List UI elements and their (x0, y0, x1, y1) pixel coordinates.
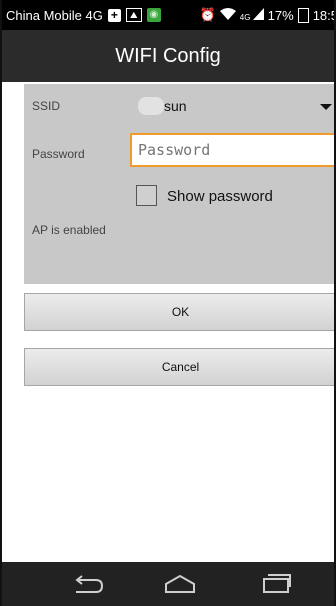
alarm-icon: ⏰ (199, 7, 216, 22)
ok-button[interactable]: OK (24, 293, 336, 331)
carrier-label: China Mobile 4G (6, 7, 103, 23)
left-frame-edge (0, 0, 2, 606)
ok-button-label: OK (171, 305, 190, 319)
signal-icon: 4G (240, 8, 264, 22)
ap-status-text: AP is enabled (32, 223, 106, 237)
ssid-avatar-icon (138, 97, 164, 115)
ssid-spinner[interactable]: sun (134, 92, 334, 122)
show-password-checkbox[interactable] (136, 185, 157, 206)
password-input[interactable] (130, 133, 336, 167)
show-password-label[interactable]: Show password (167, 188, 273, 205)
back-icon[interactable] (68, 570, 108, 598)
image-notification-icon: ⛰ (125, 8, 142, 22)
cancel-button-label: Cancel (161, 360, 200, 374)
home-icon[interactable] (160, 570, 200, 598)
app-notification-icon: ◉ (146, 8, 161, 22)
config-panel: SSID sun Password Show password AP is en… (24, 84, 336, 284)
status-indicators: ⏰ 4G 17% 18:5 (196, 7, 336, 23)
page-title: WIFI Config (115, 44, 221, 67)
network-type-label: 4G (239, 13, 251, 22)
clock-time: 18:5 (312, 7, 336, 23)
battery-icon (297, 7, 309, 23)
ssid-value: sun (164, 98, 187, 114)
password-label: Password (32, 147, 85, 161)
dropdown-arrow-icon (320, 104, 332, 110)
cancel-button[interactable]: Cancel (24, 348, 336, 386)
navigation-bar (0, 562, 336, 606)
plus-notification-icon: + (107, 8, 121, 22)
recent-apps-icon[interactable] (256, 570, 296, 598)
battery-percent: 17% (267, 7, 294, 23)
wifi-icon (219, 7, 236, 23)
title-bar: WIFI Config (0, 30, 336, 82)
ssid-label: SSID (32, 99, 61, 113)
status-bar: China Mobile 4G + ⛰ ◉ ⏰ 4G 17% 18:5 (0, 0, 336, 30)
